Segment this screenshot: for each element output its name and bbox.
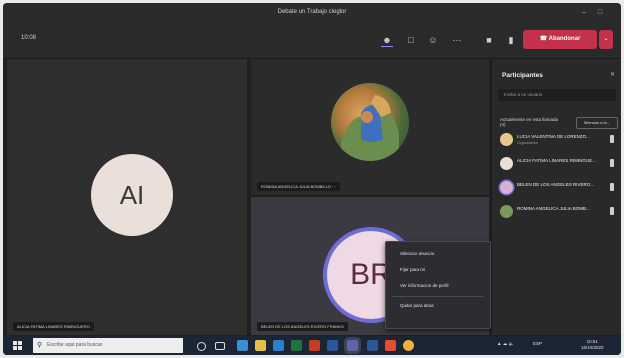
participant-row[interactable]: ALICIA FATIMA LINARES RIMINGUE... [498, 155, 620, 173]
video-tile-alicia[interactable]: AI ALICIA FATIMA LINARES RIMINGUERO [7, 59, 247, 335]
taskbar-search-input[interactable]: ⚲ Escribe aqui para buscar [33, 338, 183, 353]
avatar [500, 205, 513, 218]
panel-title: Participantes [502, 72, 543, 79]
cortana-icon[interactable] [197, 342, 206, 351]
mute-all-button[interactable]: Silenciar a to... [576, 117, 618, 129]
menu-item-mute[interactable]: Silenciar anuncio [386, 248, 490, 260]
participant-name: ROMINA ANGELICA JULIA BOMB... [517, 206, 590, 211]
participants-icon[interactable]: ☻ [381, 34, 393, 47]
avatar [500, 157, 513, 170]
search-icon: ⚲ [37, 342, 43, 349]
office-icon[interactable] [385, 340, 396, 351]
mic-icon[interactable]: ▮ [505, 34, 517, 46]
menu-divider [392, 296, 484, 297]
chat-icon[interactable]: □ [405, 34, 417, 46]
leave-button[interactable]: ☎ Abandonar [523, 30, 597, 49]
mic-icon [610, 135, 614, 143]
participant-role: Organizador [517, 141, 538, 145]
mic-icon [610, 183, 614, 191]
participant-row[interactable]: LUCIA VALENTINA DE LORENZO... Organizado… [498, 131, 620, 149]
tray-language[interactable]: ESP [533, 341, 542, 346]
mic-icon [610, 207, 614, 215]
reactions-icon[interactable]: ☺ [427, 34, 439, 46]
avatar [500, 181, 513, 194]
name-tag: BELEN DE LOS ANGELES RIVERO FRANKO [257, 322, 348, 331]
powerpoint-icon[interactable] [309, 340, 320, 351]
mic-icon [610, 159, 614, 167]
more-icon[interactable]: ⋯ [451, 34, 463, 46]
profile-photo [331, 83, 409, 161]
maximize-icon[interactable]: □ [593, 3, 607, 22]
menu-item-pin[interactable]: Fijar para mi [386, 264, 490, 276]
edge-icon[interactable] [237, 340, 248, 351]
participant-name: LUCIA VALENTINA DE LORENZO... [517, 134, 590, 139]
participants-panel: Participantes ✕ Invitar a un usuario Act… [491, 59, 621, 335]
avatar: AI [91, 154, 173, 236]
file-explorer-icon[interactable] [255, 340, 266, 351]
meeting-toolbar: 10:08 ☻ □ ☺ ⋯ ■ ▮ ☎ Abandonar ⌄ [3, 22, 621, 59]
close-icon[interactable]: ✕ [610, 71, 615, 78]
chrome-icon[interactable] [403, 340, 414, 351]
task-view-icon[interactable] [215, 342, 225, 350]
mail-icon[interactable] [273, 340, 284, 351]
window-title: Debate un Trabajo cleglor [277, 9, 347, 15]
meeting-timer: 10:08 [21, 35, 37, 41]
menu-item-remove[interactable]: Quitar para atras [386, 300, 490, 312]
avatar [500, 133, 513, 146]
tray-clock[interactable]: 10:51 16/10/2020 [581, 339, 604, 351]
word-icon[interactable] [327, 340, 338, 351]
name-tag: ROMINA ANGELICA JULIA BOMBILLO ⋯ [257, 182, 341, 191]
word-icon-2[interactable] [367, 340, 378, 351]
name-tag-text: ROMINA ANGELICA JULIA BOMBILLO [261, 184, 332, 189]
excel-icon[interactable] [291, 340, 302, 351]
clock-date: 16/10/2020 [581, 345, 604, 350]
teams-icon[interactable] [347, 340, 358, 351]
leave-options-button[interactable]: ⌄ [599, 30, 613, 49]
phone-icon: ☎ [539, 36, 549, 42]
menu-item-profile[interactable]: Ver informacion de perfil [386, 280, 490, 292]
participant-context-menu: Silenciar anuncio Fijar para mi Ver info… [385, 241, 491, 329]
title-bar: Debate un Trabajo cleglor – □ [3, 3, 621, 22]
section-label: Actualmente en esta llamada (4) [500, 117, 559, 127]
teams-window: Debate un Trabajo cleglor – □ 10:08 ☻ □ … [3, 3, 621, 355]
profile-photo-art [341, 95, 399, 161]
minimize-icon[interactable]: – [577, 3, 591, 22]
video-tile-romina[interactable]: ROMINA ANGELICA JULIA BOMBILLO ⋯ [251, 59, 489, 195]
more-icon[interactable]: ⋯ [332, 184, 336, 189]
invite-input[interactable]: Invitar a un usuario [498, 89, 616, 101]
search-placeholder: Escribe aqui para buscar [47, 342, 103, 348]
participant-name: ALICIA FATIMA LINARES RIMINGUE... [517, 158, 596, 163]
camera-icon[interactable]: ■ [483, 34, 495, 46]
participant-row[interactable]: ROMINA ANGELICA JULIA BOMB... [498, 203, 620, 221]
clock-time: 10:51 [586, 339, 598, 344]
windows-start-icon[interactable] [13, 341, 22, 350]
windows-taskbar: ⚲ Escribe aqui para buscar ▲ ☁ 🔈 ESP 10:… [3, 336, 621, 355]
name-tag: ALICIA FATIMA LINARES RIMINGUERO [13, 322, 94, 331]
participant-row[interactable]: BELEN DE LOS ANGELES RIVERO... [498, 179, 620, 197]
tray-icons[interactable]: ▲ ☁ 🔈 [497, 341, 514, 347]
leave-label: Abandonar [548, 36, 581, 42]
participant-name: BELEN DE LOS ANGELES RIVERO... [517, 182, 595, 187]
